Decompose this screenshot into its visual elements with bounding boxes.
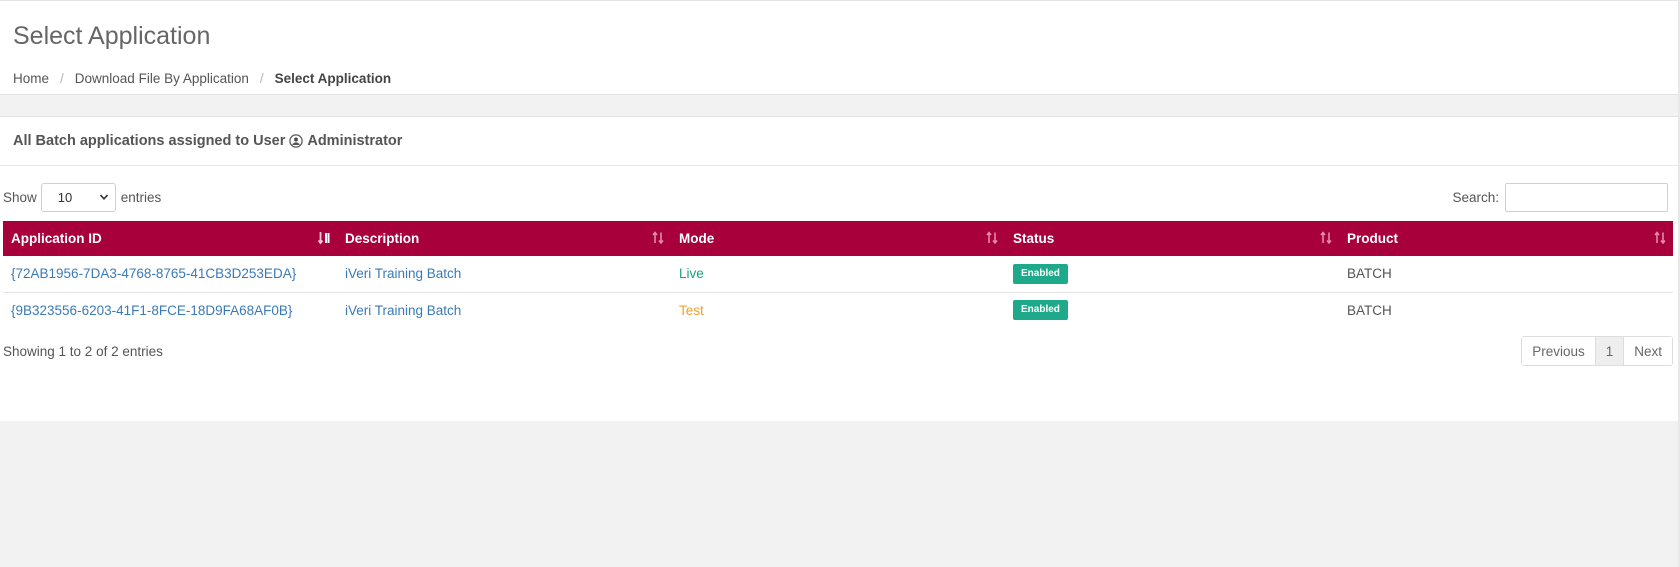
description-link[interactable]: iVeri Training Batch — [345, 266, 461, 281]
entries-label: entries — [120, 189, 162, 205]
pagination: Previous 1 Next — [1521, 336, 1673, 366]
table-controls: Show 10 entries Search: — [3, 181, 1680, 213]
page-size-value: 10 — [57, 189, 73, 205]
breadcrumb-download-file[interactable]: Download File By Application — [75, 71, 249, 86]
search-label: Search: — [1452, 189, 1499, 205]
previous-page-button[interactable]: Previous — [1522, 337, 1595, 365]
breadcrumb-current: Select Application — [274, 71, 392, 86]
page-1-button[interactable]: 1 — [1594, 337, 1624, 365]
breadcrumb-separator: / — [259, 71, 264, 86]
chevron-down-icon — [99, 194, 108, 200]
column-label: Description — [345, 231, 420, 246]
panel-heading: All Batch applications assigned to User … — [0, 117, 1680, 166]
column-label: Mode — [679, 231, 715, 246]
sort-icon — [652, 231, 664, 245]
column-header-mode[interactable]: Mode — [671, 221, 1005, 256]
sort-icon — [1320, 231, 1332, 245]
table-header-row: Application ID Description Mode Status P… — [3, 221, 1673, 256]
applications-panel: All Batch applications assigned to User … — [0, 116, 1680, 421]
sort-icon — [1654, 231, 1666, 245]
breadcrumb: Home / Download File By Application / Se… — [13, 71, 1667, 86]
column-header-description[interactable]: Description — [337, 221, 671, 256]
search-input[interactable] — [1505, 182, 1668, 212]
page-header: Select Application Home / Download File … — [0, 0, 1680, 95]
table-info: Showing 1 to 2 of 2 entries — [3, 344, 163, 359]
breadcrumb-separator: / — [60, 71, 64, 86]
column-label: Status — [1013, 231, 1055, 246]
page-size-select[interactable]: 10 — [40, 182, 116, 212]
next-page-button[interactable]: Next — [1623, 337, 1672, 365]
sort-icon — [986, 231, 998, 245]
status-badge: Enabled — [1013, 300, 1068, 321]
mode-value: Test — [679, 302, 704, 318]
application-id-link[interactable]: {9B323556-6203-41F1-8FCE-18D9FA68AF0B} — [11, 303, 292, 318]
panel-heading-user: Administrator — [307, 133, 403, 149]
search-area: Search: — [1452, 181, 1668, 213]
sort-icon — [317, 232, 330, 245]
show-entries: Show 10 entries — [3, 181, 161, 213]
application-id-link[interactable]: {72AB1956-7DA3-4768-8765-41CB3D253EDA} — [11, 266, 296, 281]
status-badge: Enabled — [1013, 263, 1068, 284]
user-circle-icon — [289, 134, 304, 148]
table-row: {9B323556-6203-41F1-8FCE-18D9FA68AF0B} i… — [3, 292, 1673, 328]
description-link[interactable]: iVeri Training Batch — [345, 303, 461, 318]
page-title: Select Application — [13, 22, 211, 50]
applications-table: Application ID Description Mode Status P… — [3, 221, 1673, 328]
show-label: Show — [3, 189, 37, 205]
column-label: Application ID — [11, 231, 102, 246]
column-label: Product — [1347, 231, 1399, 246]
column-header-status[interactable]: Status — [1005, 221, 1339, 256]
panel-heading-text: All Batch applications assigned to User — [13, 133, 286, 149]
product-value: BATCH — [1347, 266, 1392, 282]
mode-value: Live — [679, 266, 704, 282]
column-header-product[interactable]: Product — [1339, 221, 1673, 256]
table-row: {72AB1956-7DA3-4768-8765-41CB3D253EDA} i… — [3, 256, 1673, 292]
product-value: BATCH — [1347, 302, 1392, 318]
column-header-application-id[interactable]: Application ID — [3, 221, 337, 256]
breadcrumb-home[interactable]: Home — [13, 71, 49, 86]
